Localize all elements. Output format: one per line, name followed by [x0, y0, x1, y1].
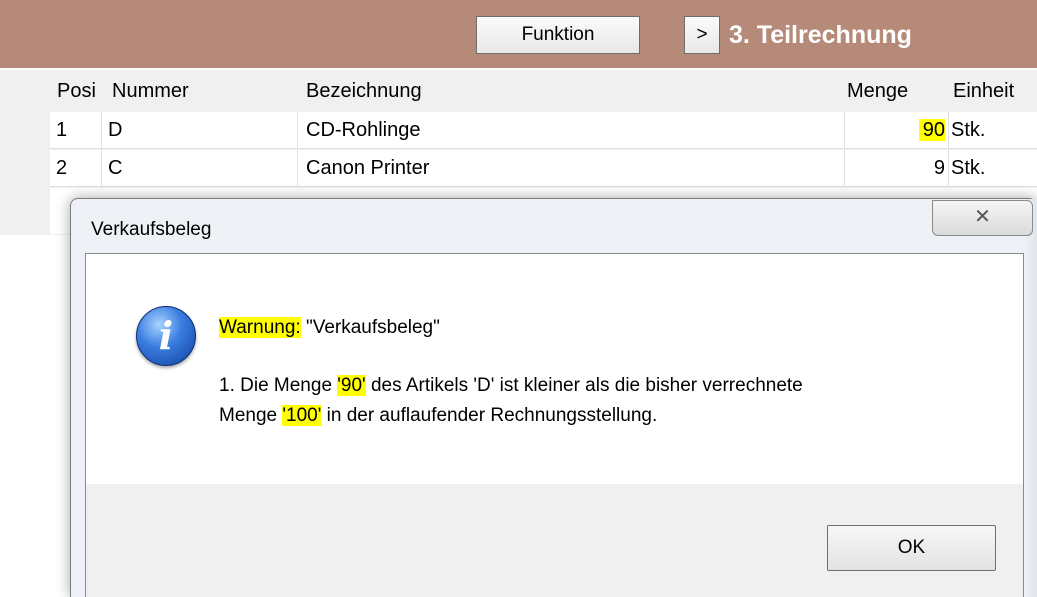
message-line-1: 1. Die Menge '90' des Artikels 'D' ist k…	[219, 375, 803, 397]
close-button[interactable]: ✕	[932, 200, 1033, 236]
warning-text: "Verkaufsbeleg"	[300, 317, 440, 338]
cell-bezeichnung[interactable]: CD-Rohlinge	[306, 112, 421, 148]
highlighted-quantity: 90	[918, 119, 945, 141]
column-header-nummer[interactable]: Nummer	[112, 80, 189, 103]
table-row[interactable]: 1 D CD-Rohlinge 90 Stk.	[50, 112, 1037, 149]
cell-menge[interactable]: 9	[845, 150, 945, 186]
cell-einheit[interactable]: Stk.	[951, 112, 985, 148]
cell-nummer[interactable]: D	[108, 112, 122, 148]
highlighted-quantity: '90'	[337, 375, 366, 396]
dialog-frame	[1023, 199, 1037, 597]
message-text: 1. Die Menge	[219, 375, 338, 396]
warning-heading: Warnung: "Verkaufsbeleg"	[219, 317, 440, 339]
warning-label: Warnung:	[219, 317, 301, 338]
step-title: 3. Teilrechnung	[729, 21, 912, 49]
message-text: in der auflaufender Rechnungsstellung.	[321, 405, 658, 426]
column-header-posi[interactable]: Posi	[57, 80, 96, 103]
info-icon: i	[136, 306, 196, 366]
ok-button[interactable]: OK	[827, 525, 996, 571]
message-line-2: Menge '100' in der auflaufender Rechnung…	[219, 405, 657, 427]
next-step-button[interactable]: >	[684, 16, 720, 54]
cell-pos[interactable]: 2	[56, 150, 67, 186]
dialog-body: i Warnung: "Verkaufsbeleg" 1. Die Menge …	[85, 253, 1024, 597]
cell-bezeichnung[interactable]: Canon Printer	[306, 150, 429, 186]
message-text: Menge	[219, 405, 283, 426]
cell-pos[interactable]: 1	[56, 112, 67, 148]
close-icon: ✕	[974, 206, 991, 228]
cell-nummer[interactable]: C	[108, 150, 122, 186]
column-header-bezeichnung[interactable]: Bezeichnung	[306, 80, 422, 103]
dialog-title: Verkaufsbeleg	[91, 219, 212, 240]
toolbar: Funktion > 3. Teilrechnung	[0, 0, 1037, 68]
column-header-einheit[interactable]: Einheit	[953, 80, 1014, 103]
function-button[interactable]: Funktion	[476, 16, 640, 54]
message-dialog: Verkaufsbeleg ✕ i Warnung: "Verkaufsbele…	[70, 198, 1037, 597]
highlighted-quantity: '100'	[282, 405, 322, 426]
message-text: des Artikels 'D' ist kleiner als die bis…	[365, 375, 803, 396]
message-area: i Warnung: "Verkaufsbeleg" 1. Die Menge …	[86, 254, 1023, 484]
column-header-menge[interactable]: Menge	[847, 80, 908, 103]
table-row[interactable]: 2 C Canon Printer 9 Stk.	[50, 150, 1037, 187]
cell-einheit[interactable]: Stk.	[951, 150, 985, 186]
cell-menge[interactable]: 90	[845, 112, 945, 148]
